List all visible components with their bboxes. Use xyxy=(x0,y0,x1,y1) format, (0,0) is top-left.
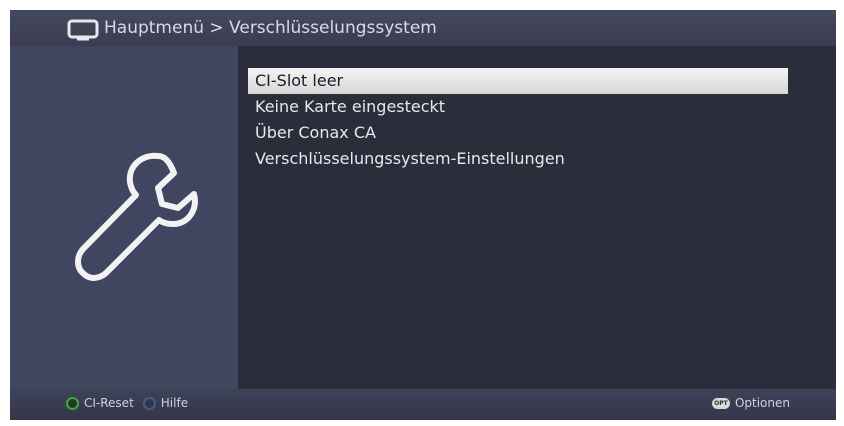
wrench-icon xyxy=(75,152,198,281)
help-label[interactable]: Hilfe xyxy=(161,396,188,410)
menu-item-ci-slot[interactable]: CI-Slot leer xyxy=(248,68,788,94)
breadcrumb: Hauptmenü > Verschlüsselungssystem xyxy=(104,18,437,38)
footer-bar: CI-Reset Hilfe OPT Optionen xyxy=(10,389,836,420)
green-key-icon xyxy=(66,396,79,410)
menu-content: CI-Slot leer Keine Karte eingesteckt Übe… xyxy=(238,46,836,389)
header-bar: Hauptmenü > Verschlüsselungssystem xyxy=(10,10,836,46)
tv-menu-screen: Hauptmenü > Verschlüsselungssystem CI-Sl… xyxy=(10,10,836,420)
footer-options: OPT Optionen xyxy=(711,396,790,410)
tv-icon xyxy=(67,19,99,41)
menu-item-about-conax[interactable]: Über Conax CA xyxy=(248,120,788,146)
menu-list: CI-Slot leer Keine Karte eingesteckt Übe… xyxy=(248,68,788,172)
menu-item-encryption-settings[interactable]: Verschlüsselungssystem-Einstellungen xyxy=(248,146,788,172)
blue-key-icon xyxy=(142,396,156,410)
options-label[interactable]: Optionen xyxy=(735,396,790,410)
sidebar-panel xyxy=(10,46,238,389)
ci-reset-label[interactable]: CI-Reset xyxy=(84,396,134,410)
opt-key-icon: OPT xyxy=(711,397,730,409)
footer-keys: CI-Reset Hilfe xyxy=(66,396,188,410)
menu-item-card-status[interactable]: Keine Karte eingesteckt xyxy=(248,94,788,120)
